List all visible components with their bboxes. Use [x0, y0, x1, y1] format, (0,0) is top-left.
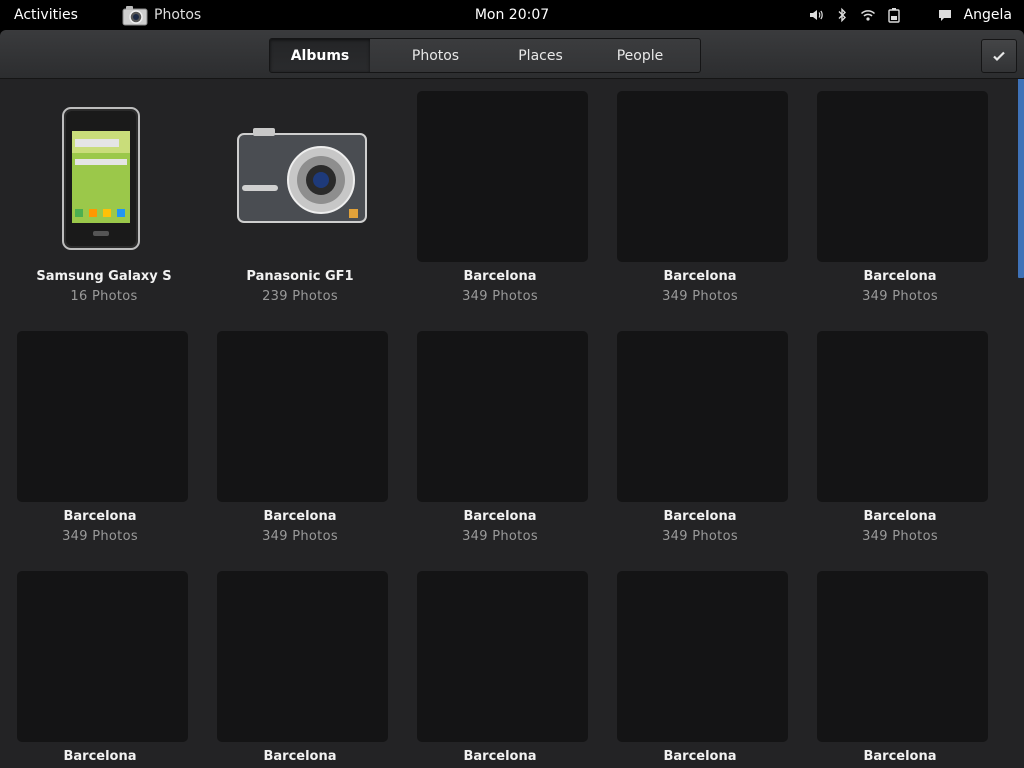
- album-title: Barcelona: [863, 749, 937, 764]
- camera-icon: [217, 91, 388, 262]
- album-thumbnail: [817, 91, 988, 262]
- album-thumbnail: [417, 91, 588, 262]
- album-item[interactable]: Barcelona349 Photos: [600, 571, 800, 768]
- phone-icon: [17, 91, 188, 262]
- album-photo-count: 349 Photos: [62, 529, 138, 544]
- top-bar: Activities Photos Mon 20:07 Angela: [0, 0, 1024, 30]
- album-thumbnail: [17, 571, 188, 742]
- album-item[interactable]: Barcelona349 Photos: [400, 571, 600, 768]
- activities-button[interactable]: Activities: [14, 7, 78, 23]
- album-title: Barcelona: [463, 509, 537, 524]
- volume-icon[interactable]: [808, 7, 824, 23]
- album-item[interactable]: Barcelona 349 Photos: [800, 331, 1000, 561]
- album-title: Barcelona: [663, 269, 737, 284]
- album-item[interactable]: Barcelona 349 Photos: [400, 91, 600, 321]
- album-title: Barcelona: [663, 509, 737, 524]
- selection-mode-button[interactable]: [981, 39, 1017, 73]
- album-item[interactable]: Barcelona349 Photos: [800, 571, 1000, 768]
- album-item[interactable]: Barcelona 349 Photos: [200, 331, 400, 561]
- album-thumbnail: [417, 331, 588, 502]
- app-menu[interactable]: Photos: [122, 4, 201, 26]
- album-photo-count: 16 Photos: [70, 289, 138, 304]
- tab-albums[interactable]: Albums: [270, 39, 370, 72]
- view-switcher: Albums Photos Places People: [269, 38, 701, 73]
- album-photo-count: 349 Photos: [262, 529, 338, 544]
- album-item[interactable]: Barcelona349 Photos: [0, 571, 200, 768]
- app-name: Photos: [154, 7, 202, 23]
- checkmark-icon: [993, 51, 1005, 62]
- album-title: Barcelona: [63, 749, 137, 764]
- album-item[interactable]: Barcelona 349 Photos: [600, 331, 800, 561]
- album-title: Barcelona: [463, 269, 537, 284]
- album-title: Panasonic GF1: [246, 269, 354, 284]
- album-photo-count: 349 Photos: [862, 529, 938, 544]
- album-thumbnail: [617, 91, 788, 262]
- tab-people[interactable]: People: [580, 39, 700, 72]
- album-title: Barcelona: [663, 749, 737, 764]
- tab-photos[interactable]: Photos: [370, 39, 501, 72]
- photos-window: Albums Photos Places People Samsung Gala…: [0, 30, 1024, 768]
- scrollbar[interactable]: [1018, 79, 1024, 278]
- album-photo-count: 349 Photos: [662, 529, 738, 544]
- album-thumbnail: [617, 331, 788, 502]
- chat-icon[interactable]: [937, 7, 953, 23]
- album-photo-count: 349 Photos: [662, 289, 738, 304]
- album-thumbnail: [817, 571, 988, 742]
- album-item[interactable]: Barcelona 349 Photos: [800, 91, 1000, 321]
- wifi-icon[interactable]: [860, 7, 876, 23]
- album-thumbnail: [817, 331, 988, 502]
- header-bar: Albums Photos Places People: [0, 30, 1024, 79]
- album-item[interactable]: Samsung Galaxy S 16 Photos: [0, 91, 200, 321]
- user-menu[interactable]: Angela: [964, 7, 1012, 23]
- album-thumbnail: [217, 571, 388, 742]
- album-item[interactable]: Barcelona 349 Photos: [0, 331, 200, 561]
- album-title: Barcelona: [863, 269, 937, 284]
- bluetooth-icon[interactable]: [834, 7, 850, 23]
- album-photo-count: 349 Photos: [862, 289, 938, 304]
- album-item[interactable]: Barcelona349 Photos: [200, 571, 400, 768]
- album-title: Barcelona: [263, 509, 337, 524]
- album-thumbnail: [217, 331, 388, 502]
- album-title: Barcelona: [263, 749, 337, 764]
- battery-icon[interactable]: [886, 7, 902, 23]
- album-thumbnail: [617, 571, 788, 742]
- album-thumbnail: [17, 331, 188, 502]
- album-title: Barcelona: [63, 509, 137, 524]
- album-title: Samsung Galaxy S: [36, 269, 172, 284]
- album-title: Barcelona: [863, 509, 937, 524]
- album-item[interactable]: Barcelona 349 Photos: [400, 331, 600, 561]
- album-photo-count: 349 Photos: [462, 289, 538, 304]
- album-photo-count: 239 Photos: [262, 289, 338, 304]
- tab-places[interactable]: Places: [501, 39, 580, 72]
- clock[interactable]: Mon 20:07: [475, 7, 549, 23]
- album-item[interactable]: Panasonic GF1 239 Photos: [200, 91, 400, 321]
- album-item[interactable]: Barcelona 349 Photos: [600, 91, 800, 321]
- album-title: Barcelona: [463, 749, 537, 764]
- status-area[interactable]: Angela: [803, 0, 1024, 30]
- album-thumbnail: [417, 571, 588, 742]
- album-photo-count: 349 Photos: [462, 529, 538, 544]
- camera-app-icon: [122, 6, 148, 26]
- albums-grid[interactable]: Samsung Galaxy S 16 Photos Panasonic GF1 23…: [0, 79, 1024, 768]
